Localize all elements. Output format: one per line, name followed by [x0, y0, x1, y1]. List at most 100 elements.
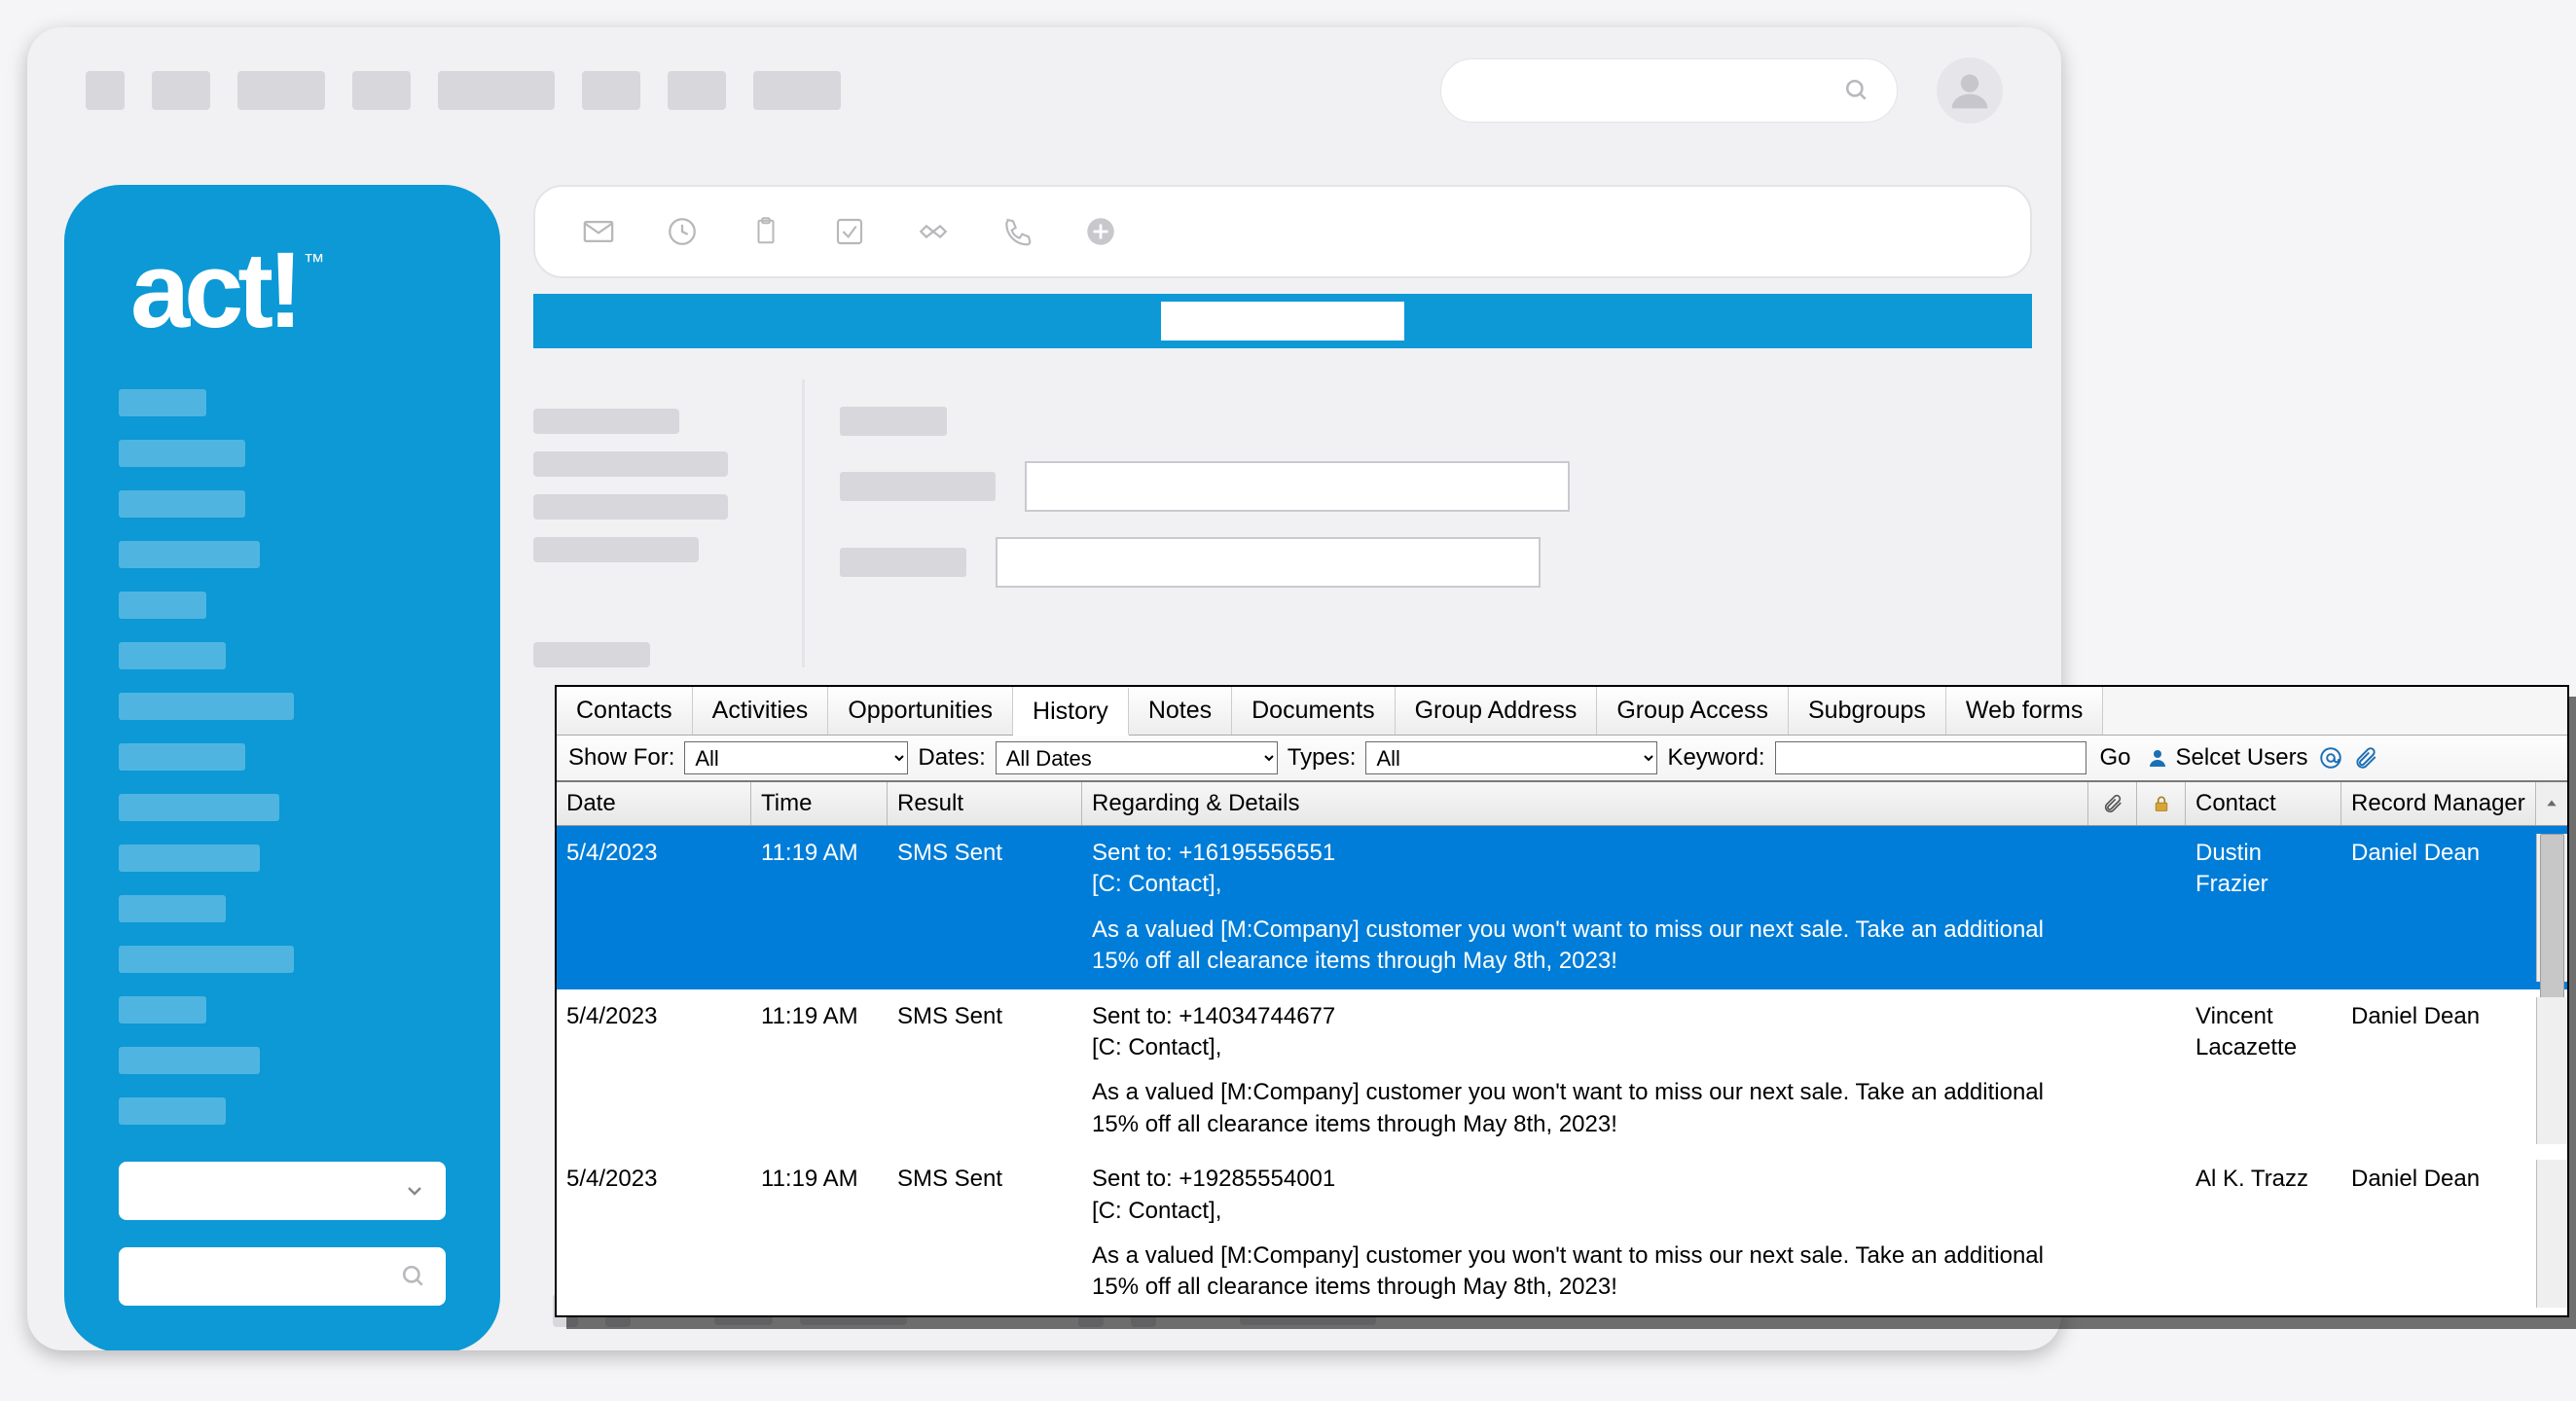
- clipboard-icon[interactable]: [749, 215, 782, 248]
- cell-time: 11:19 AM: [751, 834, 888, 982]
- action-toolbar: [533, 185, 2032, 278]
- sidebar-item[interactable]: [119, 743, 245, 771]
- sidebar-item[interactable]: [119, 794, 279, 821]
- dates-select[interactable]: All Dates: [996, 741, 1278, 774]
- keyword-input[interactable]: [1775, 741, 2086, 774]
- table-row[interactable]: 5/4/202311:19 AMSMS SentSent to: +140347…: [557, 989, 2567, 1153]
- cell-attachment: [2088, 1160, 2137, 1308]
- cell-record-manager: Daniel Dean: [2341, 834, 2536, 982]
- cell-result: SMS Sent: [888, 1160, 1082, 1308]
- col-lock-icon[interactable]: [2137, 782, 2186, 825]
- sidebar-nav: [64, 389, 500, 1146]
- table-row[interactable]: 5/4/202311:19 AMSMS SentSent to: +192855…: [557, 1152, 2567, 1315]
- sidebar-item[interactable]: [119, 895, 226, 922]
- at-icon[interactable]: [2318, 745, 2343, 771]
- placeholder: [533, 537, 699, 562]
- text-input[interactable]: [1025, 461, 1570, 512]
- tab-opportunities[interactable]: Opportunities: [828, 687, 1013, 735]
- col-regarding[interactable]: Regarding & Details: [1082, 782, 2088, 825]
- cell-attachment: [2088, 834, 2137, 982]
- plus-icon[interactable]: [1084, 215, 1117, 248]
- select-users-button[interactable]: Selcet Users: [2145, 744, 2308, 772]
- sidebar-item[interactable]: [119, 693, 294, 720]
- logo-tm: ™: [304, 249, 325, 273]
- tab-subgroups[interactable]: Subgroups: [1789, 687, 1946, 735]
- ribbon-field[interactable]: [1161, 302, 1404, 341]
- col-record-manager[interactable]: Record Manager: [2341, 782, 2536, 825]
- placeholder: [840, 548, 966, 577]
- sidebar-item[interactable]: [119, 541, 260, 568]
- right-form-column: [802, 379, 2032, 667]
- col-result[interactable]: Result: [888, 782, 1082, 825]
- go-button[interactable]: Go: [2096, 744, 2135, 772]
- placeholder: [86, 71, 125, 110]
- history-table-body: 5/4/202311:19 AMSMS SentSent to: +161955…: [557, 826, 2567, 1315]
- global-search[interactable]: [1440, 58, 1898, 123]
- col-date[interactable]: Date: [557, 782, 751, 825]
- sidebar-bottom-controls: [119, 1162, 446, 1306]
- cell-date: 5/4/2023: [557, 834, 751, 982]
- scrollbar-thumb[interactable]: [2540, 834, 2564, 1019]
- cell-record-manager: Daniel Dean: [2341, 1160, 2536, 1308]
- tab-group-address[interactable]: Group Address: [1396, 687, 1598, 735]
- sidebar-item[interactable]: [119, 642, 226, 669]
- show-for-select[interactable]: All: [684, 741, 908, 774]
- cell-regarding: Sent to: +19285554001[C: Contact],As a v…: [1082, 1160, 2088, 1308]
- avatar[interactable]: [1937, 57, 2003, 124]
- col-attachment-icon[interactable]: [2088, 782, 2137, 825]
- sidebar-item[interactable]: [119, 440, 245, 467]
- scroll-up-arrow[interactable]: [2536, 782, 2567, 825]
- tab-history[interactable]: History: [1013, 688, 1129, 736]
- mail-icon[interactable]: [582, 215, 615, 248]
- content-grid: [533, 368, 2032, 667]
- sidebar-item[interactable]: [119, 490, 245, 518]
- attachment-icon[interactable]: [2353, 745, 2378, 771]
- tab-web-forms[interactable]: Web forms: [1946, 687, 2103, 735]
- placeholder: [237, 71, 325, 110]
- cell-lock: [2137, 997, 2186, 1145]
- sidebar-search[interactable]: [119, 1247, 446, 1306]
- placeholder: [438, 71, 555, 110]
- sidebar-select[interactable]: [119, 1162, 446, 1220]
- tab-documents[interactable]: Documents: [1232, 687, 1395, 735]
- col-contact[interactable]: Contact: [2186, 782, 2341, 825]
- tab-notes[interactable]: Notes: [1129, 687, 1232, 735]
- phone-icon[interactable]: [1000, 215, 1034, 248]
- sidebar-item[interactable]: [119, 946, 294, 973]
- sidebar-item[interactable]: [119, 844, 260, 872]
- placeholder: [533, 409, 679, 434]
- cell-result: SMS Sent: [888, 997, 1082, 1145]
- cell-regarding: Sent to: +16195556551[C: Contact],As a v…: [1082, 834, 2088, 982]
- sidebar-item[interactable]: [119, 1097, 226, 1125]
- cell-contact: Al K. Trazz: [2186, 1160, 2341, 1308]
- topbar: [27, 27, 2061, 154]
- sidebar-item[interactable]: [119, 592, 206, 619]
- select-users-label: Selcet Users: [2176, 744, 2308, 772]
- placeholder: [840, 407, 947, 436]
- tab-contacts[interactable]: Contacts: [557, 687, 693, 735]
- text-input[interactable]: [996, 537, 1541, 588]
- cell-lock: [2137, 834, 2186, 982]
- detail-tabs: ContactsActivitiesOpportunitiesHistoryNo…: [557, 687, 2567, 736]
- tab-activities[interactable]: Activities: [693, 687, 829, 735]
- handshake-icon[interactable]: [917, 215, 950, 248]
- sidebar-item[interactable]: [119, 996, 206, 1024]
- col-time[interactable]: Time: [751, 782, 888, 825]
- app-logo: act!™: [64, 185, 500, 344]
- sidebar-item[interactable]: [119, 1047, 260, 1074]
- cell-contact: Vincent Lacazette: [2186, 997, 2341, 1145]
- scrollbar-track[interactable]: [2536, 1160, 2567, 1308]
- types-select[interactable]: All: [1365, 741, 1657, 774]
- table-row[interactable]: 5/4/202311:19 AMSMS SentSent to: +161955…: [557, 826, 2567, 989]
- placeholder: [582, 71, 640, 110]
- sidebar: act!™: [64, 185, 500, 1350]
- cell-attachment: [2088, 997, 2137, 1145]
- clock-icon[interactable]: [666, 215, 699, 248]
- placeholder: [152, 71, 210, 110]
- sidebar-item[interactable]: [119, 389, 206, 416]
- dates-label: Dates:: [918, 744, 985, 772]
- scrollbar-track[interactable]: [2536, 834, 2567, 982]
- checkbox-icon[interactable]: [833, 215, 866, 248]
- scrollbar-track[interactable]: [2536, 997, 2567, 1145]
- tab-group-access[interactable]: Group Access: [1597, 687, 1789, 735]
